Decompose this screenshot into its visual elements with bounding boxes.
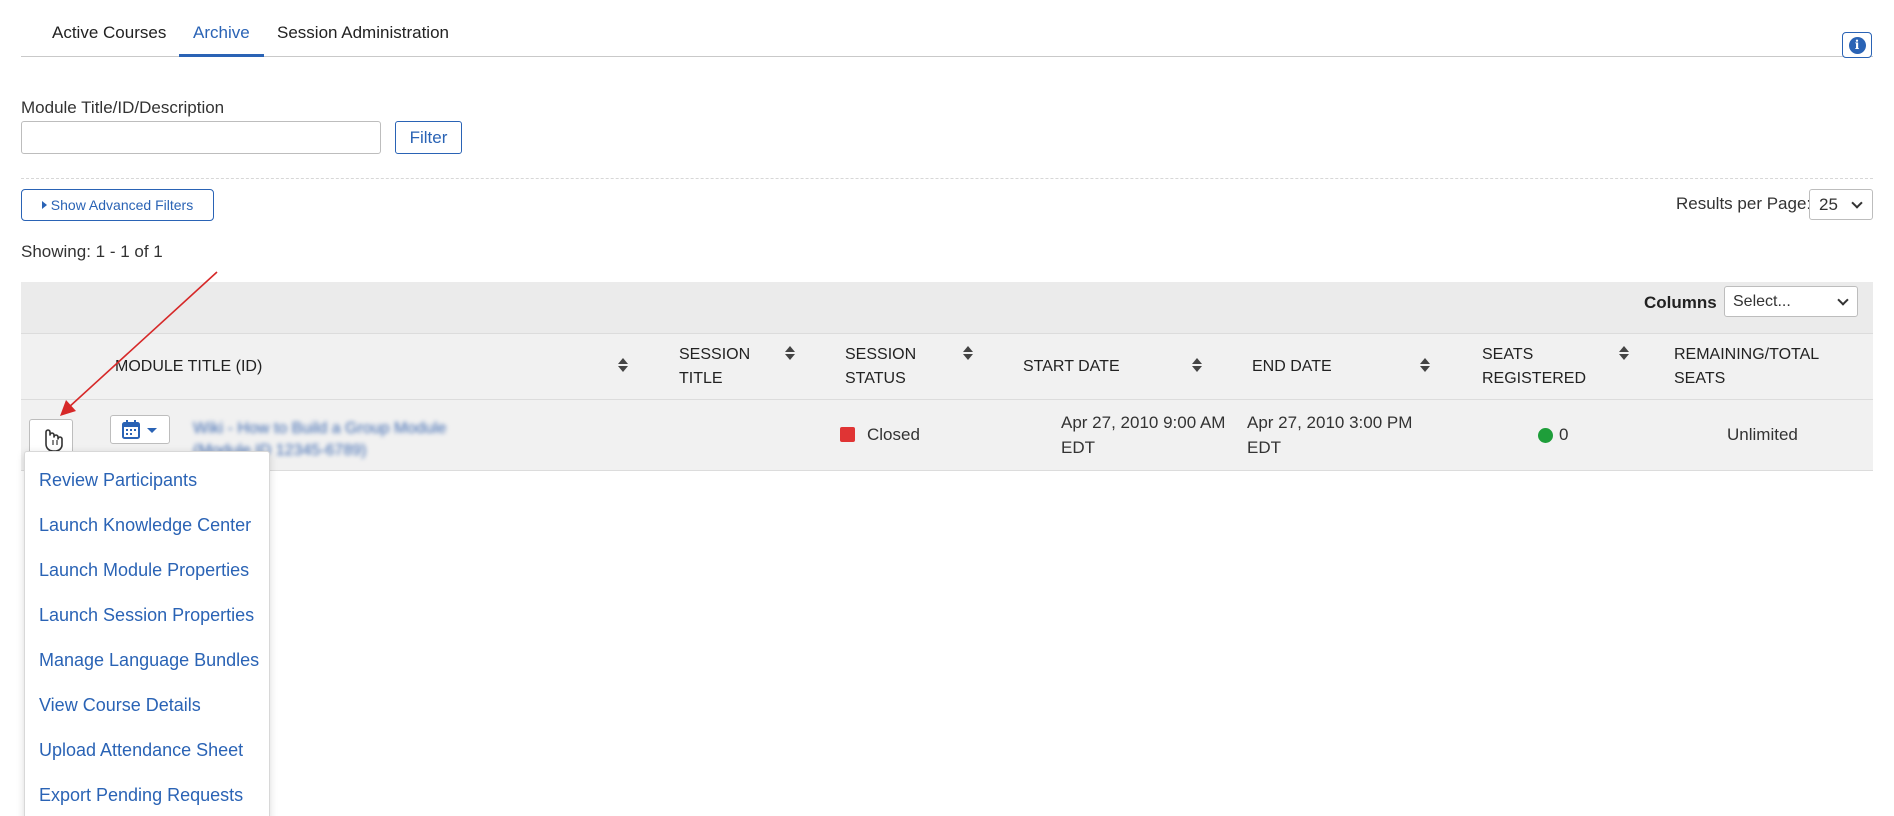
tab-bar: Active Courses Archive Session Administr…: [21, 0, 1873, 57]
header-remaining-total-line2: SEATS: [1674, 370, 1726, 387]
end-date-line1: Apr 27, 2010 3:00 PM: [1247, 413, 1413, 432]
start-date-line2: EDT: [1061, 438, 1095, 457]
results-per-page-label: Results per Page:: [1676, 194, 1812, 213]
header-seats-registered[interactable]: SEATS REGISTERED: [1482, 343, 1586, 391]
columns-label: Columns: [1644, 293, 1717, 312]
show-advanced-filters-button[interactable]: Show Advanced Filters: [21, 189, 214, 221]
module-title-link[interactable]: Wiki - How to Build a Group Module: [193, 418, 446, 440]
chevron-down-icon: [1837, 294, 1849, 306]
menu-item-manage-language-bundles[interactable]: Manage Language Bundles: [39, 650, 259, 671]
results-per-page-value: 25: [1819, 195, 1838, 214]
header-session-status[interactable]: SESSION STATUS: [845, 343, 916, 391]
menu-item-launch-knowledge-center[interactable]: Launch Knowledge Center: [39, 515, 251, 536]
info-icon: i: [1848, 36, 1866, 54]
header-session-title-line2: TITLE: [679, 370, 723, 387]
seats-status-dot-icon: [1538, 428, 1553, 443]
tab-archive[interactable]: Archive: [179, 0, 264, 57]
status-closed-icon: [840, 427, 855, 442]
module-filter-input[interactable]: [21, 121, 381, 154]
header-remaining-total-line1: REMAINING/TOTAL: [1674, 346, 1820, 363]
menu-item-export-pending-requests[interactable]: Export Pending Requests: [39, 785, 243, 806]
sort-icon[interactable]: [785, 346, 795, 360]
header-start-date[interactable]: START DATE: [1023, 355, 1120, 379]
module-title-line1: Wiki - How to Build a Group Module: [193, 420, 447, 437]
tab-active-courses[interactable]: Active Courses: [52, 0, 166, 57]
results-per-page-select[interactable]: 25: [1809, 189, 1873, 220]
tab-session-administration[interactable]: Session Administration: [277, 0, 449, 57]
header-module-title[interactable]: MODULE TITLE (ID): [115, 355, 262, 379]
showing-count: Showing: 1 - 1 of 1: [21, 242, 163, 261]
sort-icon[interactable]: [1420, 358, 1430, 372]
header-session-status-line2: STATUS: [845, 370, 906, 387]
menu-item-launch-module-properties[interactable]: Launch Module Properties: [39, 560, 249, 581]
menu-item-upload-attendance-sheet[interactable]: Upload Attendance Sheet: [39, 740, 243, 761]
caret-right-icon: [41, 201, 47, 209]
end-date-cell: Apr 27, 2010 3:00 PM EDT: [1247, 410, 1412, 460]
seats-registered-value: 0: [1559, 425, 1569, 444]
table-header: MODULE TITLE (ID) SESSION TITLE SESSION …: [21, 334, 1873, 400]
remaining-total-value: Unlimited: [1727, 425, 1798, 444]
header-end-date[interactable]: END DATE: [1252, 355, 1332, 379]
filter-button[interactable]: Filter: [395, 121, 462, 154]
menu-item-view-course-details[interactable]: View Course Details: [39, 695, 201, 716]
show-advanced-filters-label: Show Advanced Filters: [50, 197, 194, 213]
header-remaining-total-seats: REMAINING/TOTAL SEATS: [1674, 343, 1819, 391]
sort-icon[interactable]: [963, 346, 973, 360]
sort-icon[interactable]: [618, 358, 628, 372]
sort-icon[interactable]: [1192, 358, 1202, 372]
start-date-line1: Apr 27, 2010 9:00 AM: [1061, 413, 1226, 432]
end-date-line2: EDT: [1247, 438, 1281, 457]
columns-select[interactable]: Select...: [1724, 286, 1858, 317]
session-status-label: Closed: [867, 425, 920, 444]
menu-item-launch-session-properties[interactable]: Launch Session Properties: [39, 605, 254, 626]
filter-divider: [21, 178, 1873, 179]
start-date-cell: Apr 27, 2010 9:00 AM EDT: [1061, 410, 1225, 460]
table-toolbar: [21, 282, 1873, 334]
row-actions-menu: Review Participants Launch Knowledge Cen…: [24, 451, 270, 816]
header-session-title[interactable]: SESSION TITLE: [679, 343, 750, 391]
header-session-status-line1: SESSION: [845, 346, 917, 363]
calendar-icon: [122, 420, 157, 439]
calendar-dropdown-button[interactable]: [110, 415, 170, 444]
info-button[interactable]: i: [1842, 32, 1872, 58]
header-seats-registered-line2: REGISTERED: [1482, 370, 1587, 387]
filter-label: Module Title/ID/Description: [21, 98, 225, 117]
caret-down-icon: [147, 428, 157, 433]
menu-item-review-participants[interactable]: Review Participants: [39, 470, 197, 491]
sort-icon[interactable]: [1619, 346, 1629, 360]
chevron-down-icon: [1851, 197, 1863, 209]
header-seats-registered-line1: SEATS: [1482, 346, 1534, 363]
columns-select-value: Select...: [1733, 293, 1791, 310]
header-session-title-line1: SESSION: [679, 346, 751, 363]
